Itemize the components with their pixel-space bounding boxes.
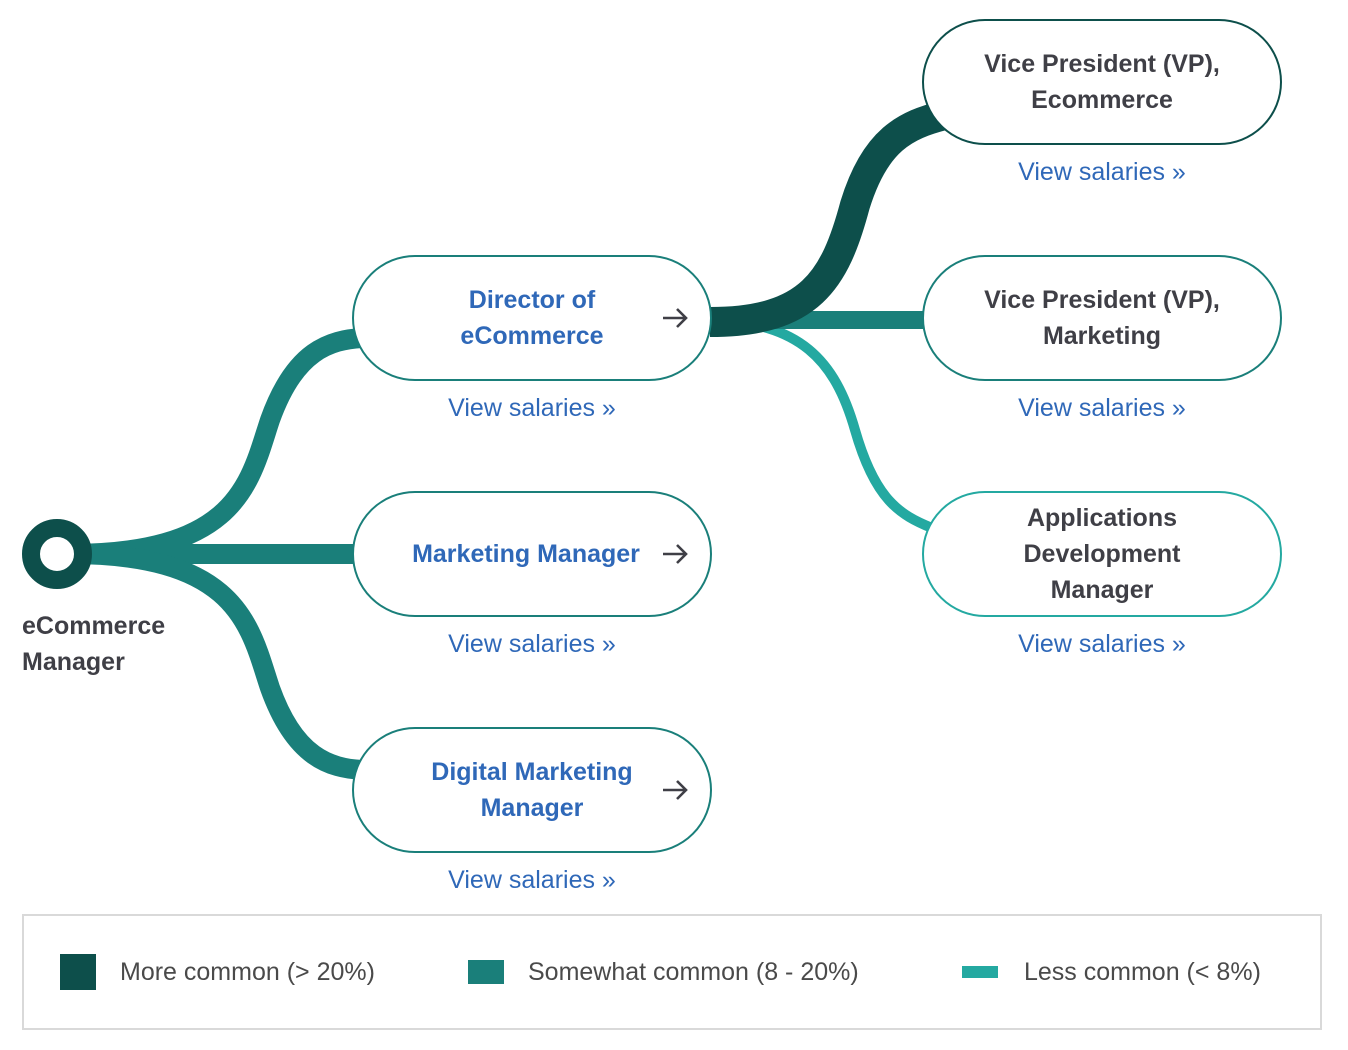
view-salaries-link[interactable]: View salaries » [922, 158, 1282, 187]
node-applications-development-manager: Applications Development Manager [922, 491, 1282, 617]
view-salaries-link[interactable]: View salaries » [352, 630, 712, 659]
connector-to-applications-dev [709, 315, 934, 533]
node-title[interactable]: Director of eCommerce [402, 282, 662, 354]
connector-to-vp-ecommerce [709, 100, 949, 337]
legend-label: More common (> 20%) [120, 957, 375, 986]
node-vp-ecommerce: Vice President (VP), Ecommerce [922, 19, 1282, 145]
node-digital-marketing-manager[interactable]: Digital Marketing Manager [352, 727, 712, 853]
legend-label: Less common (< 8%) [1024, 957, 1261, 986]
node-title[interactable]: Marketing Manager [412, 536, 640, 572]
legend-item-more-common: More common (> 20%) [60, 916, 375, 1028]
node-title: Applications Development Manager [1023, 504, 1181, 604]
legend: More common (> 20%) Somewhat common (8 -… [22, 914, 1322, 1030]
legend-swatch-icon [962, 966, 998, 978]
arrow-right-icon [663, 544, 688, 564]
legend-swatch-icon [60, 954, 96, 990]
node-title: Vice President (VP), Ecommerce [984, 50, 1220, 114]
view-salaries-link[interactable]: View salaries » [352, 866, 712, 895]
origin-marker-icon [22, 519, 92, 589]
node-title[interactable]: Digital Marketing Manager [417, 754, 647, 826]
node-vp-marketing: Vice President (VP), Marketing [922, 255, 1282, 381]
legend-label: Somewhat common (8 - 20%) [528, 957, 859, 986]
view-salaries-link[interactable]: View salaries » [922, 394, 1282, 423]
node-marketing-manager[interactable]: Marketing Manager [352, 491, 712, 617]
origin-title: eCommerce Manager [22, 612, 166, 676]
node-title: Vice President (VP), Marketing [984, 286, 1220, 350]
node-director-ecommerce[interactable]: Director of eCommerce [352, 255, 712, 381]
view-salaries-link[interactable]: View salaries » [922, 630, 1282, 659]
connector-to-director [69, 328, 363, 564]
legend-item-less-common: Less common (< 8%) [962, 916, 1261, 1028]
arrow-right-icon [663, 308, 688, 328]
legend-item-somewhat-common: Somewhat common (8 - 20%) [468, 916, 859, 1028]
view-salaries-link[interactable]: View salaries » [352, 394, 712, 423]
legend-swatch-icon [468, 960, 504, 984]
arrow-right-icon [663, 780, 688, 800]
